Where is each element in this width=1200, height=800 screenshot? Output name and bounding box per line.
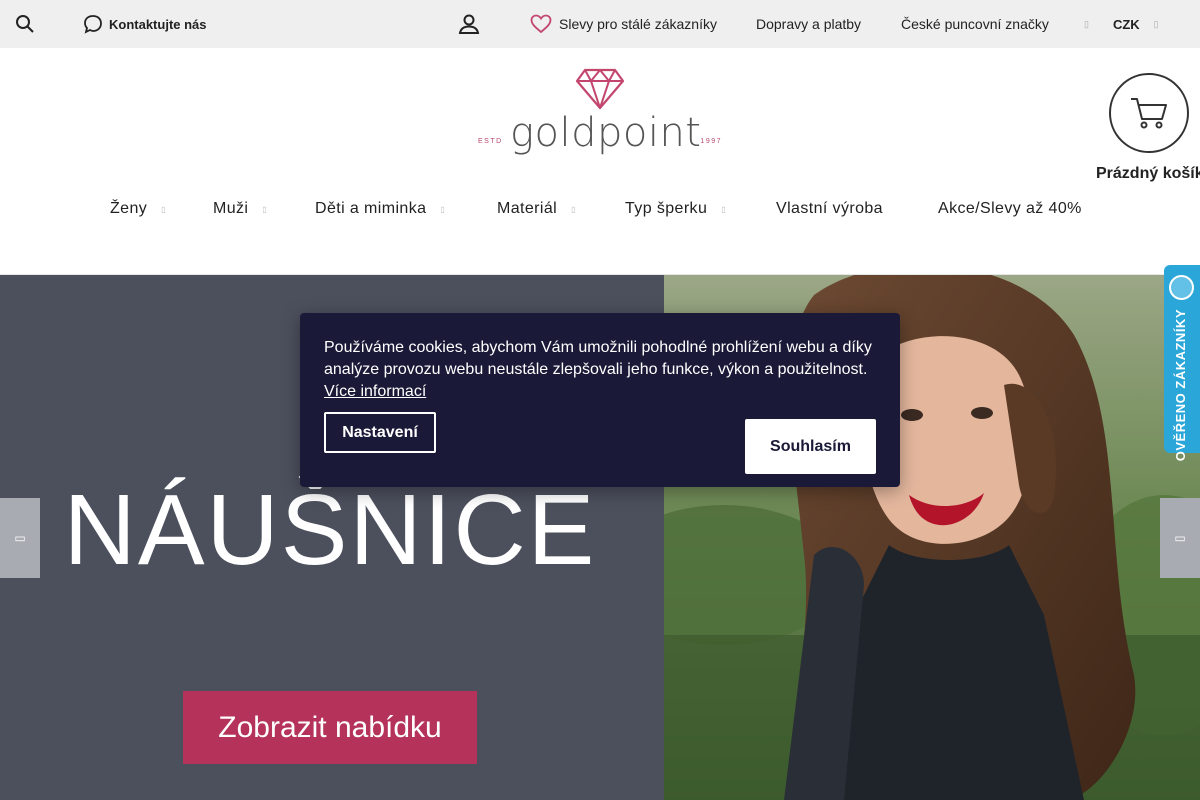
verified-customers-badge[interactable]: OVĚŘENO ZÁKAZNÍKY [1164, 265, 1200, 461]
main-nav: Ženy ▯ Muži ▯ Děti a miminka ▯ Materiál … [0, 197, 1200, 221]
chevron-down-icon: ▯ [262, 204, 268, 214]
nav-item-vlastni-vyroba[interactable]: Vlastní výroba [776, 197, 883, 221]
diamond-icon [575, 68, 625, 110]
contact-label: Kontaktujte nás [109, 16, 207, 32]
hallmarks-label: České puncovní značky [901, 16, 1049, 32]
logo-wordmark: goldpoint [510, 110, 702, 156]
nav-item-material[interactable]: Materiál ▯ [497, 197, 576, 221]
cookie-text-block: Používáme cookies, abychom Vám umožnili … [324, 337, 884, 403]
cookie-message: Používáme cookies, abychom Vám umožnili … [324, 339, 872, 378]
cookie-dialog: Používáme cookies, abychom Vám umožnili … [300, 313, 900, 487]
nav-item-label: Materiál [497, 200, 558, 217]
discounts-label: Slevy pro stálé zákazníky [559, 16, 717, 32]
hero-title: NÁUŠNICE [63, 474, 597, 586]
chevron-down-icon: ▯ [161, 204, 166, 214]
search-icon [15, 14, 35, 34]
nav-item-label: Děti a miminka [315, 200, 427, 217]
nav-item-typ-sperku[interactable]: Typ šperku ▯ [625, 197, 726, 221]
chevron-down-icon: ▯ [440, 204, 446, 214]
nav-item-label: Muži [213, 200, 249, 217]
header: ESTD goldpoint 1997 Prázdný košík Ženy ▯… [0, 48, 1200, 275]
nav-item-label: Vlastní výroba [776, 200, 883, 217]
cookie-accept-button[interactable]: Souhlasím [745, 419, 876, 474]
shipping-link[interactable]: Dopravy a platby [756, 0, 861, 48]
currency-label: CZK [1112, 16, 1140, 32]
slider-prev-button[interactable]: ▭ [0, 498, 40, 578]
verified-seal-icon [1169, 275, 1194, 300]
nav-item-akce[interactable]: Akce/Slevy až 40% [938, 197, 1082, 221]
currency-flag-icon: ▯ [1084, 18, 1089, 29]
discounts-link[interactable]: Slevy pro stálé zákazníky [530, 0, 717, 48]
nav-item-muzi[interactable]: Muži ▯ [213, 197, 267, 221]
contact-link[interactable]: Kontaktujte nás [83, 0, 207, 48]
search-button[interactable] [15, 0, 35, 48]
chevron-down-icon: ▯ [571, 204, 576, 214]
chevron-down-icon: ▯ [1153, 18, 1159, 29]
cookie-settings-button[interactable]: Nastavení [324, 412, 436, 453]
arrow-left-icon: ▭ [14, 531, 26, 545]
show-offer-button[interactable]: Zobrazit nabídku [183, 691, 477, 764]
shipping-label: Dopravy a platby [756, 16, 862, 32]
account-button[interactable] [458, 0, 480, 48]
logo-year: 1997 [700, 138, 722, 145]
cart-label[interactable]: Prázdný košík [1096, 165, 1200, 183]
chat-bubble-icon [83, 14, 103, 34]
user-icon [458, 13, 480, 35]
cart-icon [1129, 94, 1169, 132]
top-bar: Kontaktujte nás Slevy pro stálé zákazník… [0, 0, 1200, 48]
cart-button[interactable] [1109, 73, 1189, 153]
chevron-down-icon: ▯ [721, 204, 727, 214]
nav-item-zeny[interactable]: Ženy ▯ [110, 197, 166, 221]
nav-item-label: Ženy [110, 200, 148, 217]
nav-item-label: Akce/Slevy až 40% [938, 200, 1082, 217]
nav-item-label: Typ šperku [625, 200, 708, 217]
verified-badge-text: OVĚŘENO ZÁKAZNÍKY [1173, 309, 1188, 462]
nav-item-deti[interactable]: Děti a miminka ▯ [315, 197, 445, 221]
hallmarks-link[interactable]: České puncovní značky [901, 0, 1049, 48]
goldpoint-logo[interactable]: ESTD goldpoint 1997 [478, 66, 722, 166]
cookie-more-info-link[interactable]: Více informací [324, 383, 426, 400]
logo-estd: ESTD [478, 138, 503, 145]
currency-selector[interactable]: ▯ CZK ▯ [1084, 0, 1159, 48]
slider-next-button[interactable]: ▭ [1160, 498, 1200, 578]
arrow-right-icon: ▭ [1174, 531, 1186, 545]
heart-icon [530, 14, 552, 34]
